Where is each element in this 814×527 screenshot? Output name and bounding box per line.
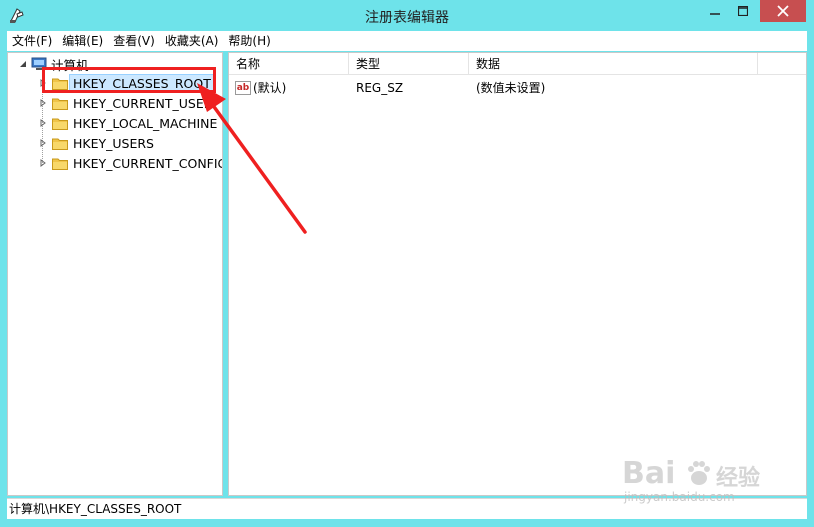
watermark-url: jingyan.baidu.com [624,490,735,504]
folder-icon [52,137,68,150]
tree-item-hkey-local-machine[interactable]: HKEY_LOCAL_MACHINE [38,113,217,133]
tree-item-label: HKEY_CURRENT_USER [73,95,213,111]
tree-item-hkey-current-user[interactable]: HKEY_CURRENT_USER [38,93,212,113]
expand-arrow-icon[interactable] [38,98,48,108]
close-icon [777,5,789,17]
maximize-button[interactable] [730,0,756,22]
watermark-brand2: 经验 [716,466,761,491]
paw-icon [684,458,714,491]
tree-item-hkey-users[interactable]: HKEY_USERS [38,133,154,153]
maximize-icon [738,6,748,16]
value-name: (默认) [253,81,287,95]
minimize-icon [710,13,720,15]
folder-icon [52,117,68,130]
tree-item-label: HKEY_USERS [73,135,154,151]
folder-icon [52,157,68,170]
expand-arrow-icon[interactable] [38,118,48,128]
menu-favorites[interactable]: 收藏夹(A) [160,31,224,51]
tree-pane[interactable]: 计算机 HKEY_CLASSES_ROOT HKEY_CURRENT_USER … [7,52,223,496]
annotation-highlight-box [42,67,216,93]
menu-help[interactable]: 帮助(H) [223,31,275,51]
folder-icon [52,97,68,110]
column-header-data[interactable]: 数据 [469,53,758,75]
tree-item-hkey-current-config[interactable]: HKEY_CURRENT_CONFIG [38,153,223,173]
watermark-brand: Bai [622,456,676,491]
values-list-pane[interactable]: 名称 类型 数据 ab (默认) REG_SZ (数值未设置) [228,52,807,496]
tree-item-label: HKEY_LOCAL_MACHINE [73,115,218,131]
baidu-watermark: Bai 经验 jingyan.baidu.com [622,456,772,512]
collapse-arrow-icon[interactable] [18,59,28,69]
menu-file[interactable]: 文件(F) [7,31,57,51]
expand-arrow-icon[interactable] [38,138,48,148]
value-data: (数值未设置) [476,81,546,95]
tree-item-label: HKEY_CURRENT_CONFIG [73,155,223,171]
title-bar[interactable]: 注册表编辑器 [0,0,814,31]
menu-edit[interactable]: 编辑(E) [57,31,108,51]
close-button[interactable] [760,0,806,22]
minimize-button[interactable] [702,0,728,22]
list-header: 名称 类型 数据 [229,53,806,75]
list-item[interactable]: ab (默认) REG_SZ (数值未设置) [229,78,806,98]
value-type: REG_SZ [356,81,404,95]
column-header-type[interactable]: 类型 [349,53,469,75]
string-value-icon: ab [235,81,251,95]
column-header-name[interactable]: 名称 [229,53,349,75]
expand-arrow-icon[interactable] [38,158,48,168]
menu-bar: 文件(F) 编辑(E) 查看(V) 收藏夹(A) 帮助(H) [7,31,807,51]
registry-editor-window: 注册表编辑器 文件(F) 编辑(E) 查看(V) 收藏夹(A) 帮助(H) 计算… [0,0,814,527]
menu-view[interactable]: 查看(V) [108,31,160,51]
window-title: 注册表编辑器 [365,10,449,26]
